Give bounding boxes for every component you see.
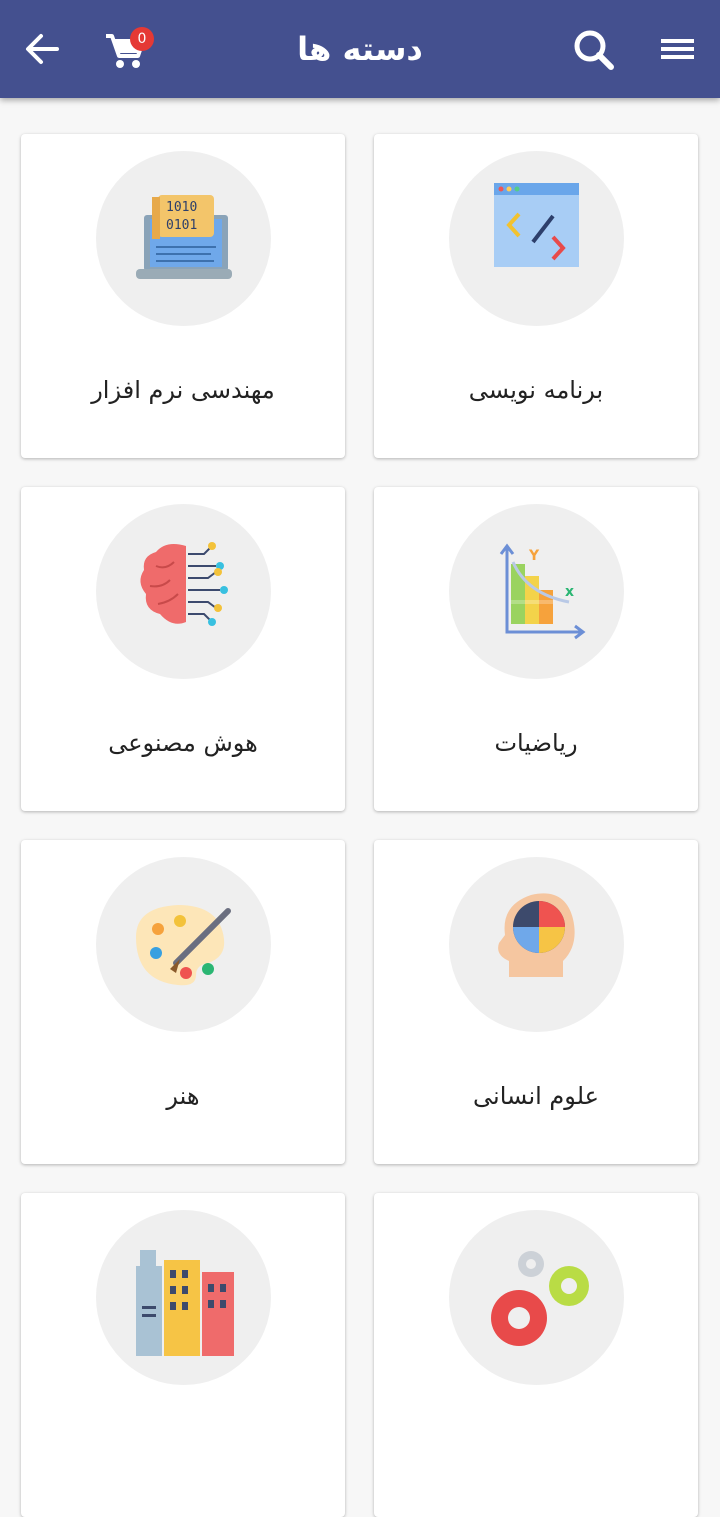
category-card-humanities[interactable]: علوم انسانی bbox=[374, 840, 698, 1164]
category-icon-bg bbox=[96, 504, 271, 679]
category-card-mathematics[interactable]: Y x ریاضیات bbox=[374, 487, 698, 811]
gears-icon bbox=[491, 1251, 589, 1346]
category-label: برنامه نویسی bbox=[468, 376, 604, 404]
menu-icon bbox=[661, 39, 694, 59]
buildings-icon bbox=[136, 1250, 234, 1356]
category-card-programming[interactable]: برنامه نویسی bbox=[374, 134, 698, 458]
category-label: علوم انسانی bbox=[473, 1082, 599, 1110]
svg-text:0101: 0101 bbox=[166, 218, 197, 233]
search-button[interactable] bbox=[568, 24, 618, 74]
category-icon-bg bbox=[449, 1210, 624, 1385]
category-icon-bg bbox=[449, 857, 624, 1032]
category-icon-bg bbox=[96, 1210, 271, 1385]
category-card-software-engineering[interactable]: 1010 0101 مهندسی نرم افزار bbox=[21, 134, 345, 458]
category-icon-bg bbox=[96, 857, 271, 1032]
category-label: ریاضیات bbox=[494, 729, 578, 757]
category-card-artificial-intelligence[interactable]: هوش مصنوعی bbox=[21, 487, 345, 811]
category-card-architecture[interactable] bbox=[21, 1193, 345, 1517]
back-button[interactable] bbox=[17, 24, 67, 74]
category-label: هنر bbox=[166, 1082, 200, 1110]
category-label: مهندسی نرم افزار bbox=[91, 376, 275, 404]
category-icon-bg bbox=[449, 151, 624, 326]
search-icon bbox=[574, 30, 614, 70]
paint-palette-icon bbox=[136, 905, 231, 986]
brain-circuit-icon bbox=[140, 542, 228, 626]
cart-count-badge: 0 bbox=[130, 27, 154, 51]
category-icon-bg: 1010 0101 bbox=[96, 151, 271, 326]
menu-button[interactable] bbox=[655, 24, 705, 74]
category-card-art[interactable]: هنر bbox=[21, 840, 345, 1164]
category-card-engineering[interactable] bbox=[374, 1193, 698, 1517]
svg-text:1010: 1010 bbox=[166, 200, 197, 215]
code-window-icon bbox=[494, 183, 579, 267]
svg-text:x: x bbox=[565, 584, 574, 600]
math-graph-icon: Y x bbox=[499, 543, 586, 640]
binary-laptop-icon: 1010 0101 bbox=[136, 195, 232, 279]
cart-button[interactable]: 0 bbox=[100, 24, 154, 74]
category-label: هوش مصنوعی bbox=[108, 729, 258, 757]
head-puzzle-icon bbox=[498, 893, 575, 977]
category-icon-bg: Y x bbox=[449, 504, 624, 679]
app-bar: دسته ها 0 bbox=[0, 0, 720, 98]
back-arrow-icon bbox=[26, 34, 59, 64]
svg-text:Y: Y bbox=[528, 548, 540, 564]
